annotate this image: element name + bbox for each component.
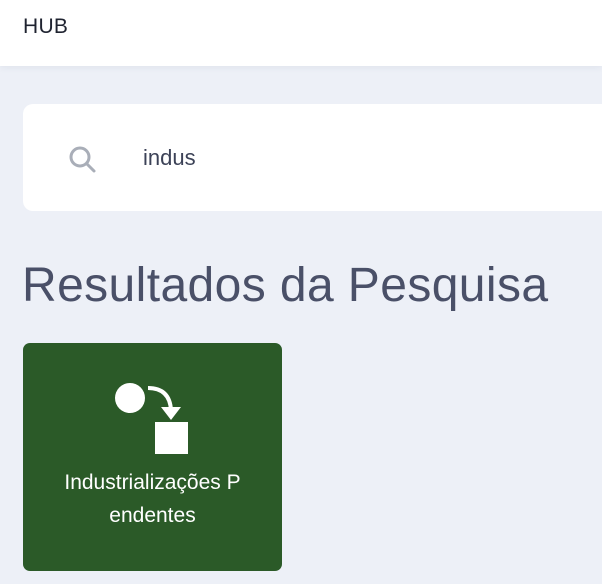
search-icon <box>69 146 96 173</box>
top-bar: HUB <box>0 0 602 66</box>
results-title: Resultados da Pesquisa <box>22 259 549 312</box>
result-card-label: Industrializações Pendentes <box>64 471 241 527</box>
result-card-industrializacoes-pendentes[interactable] <box>23 343 282 571</box>
pending-industrialization-icon <box>115 383 188 454</box>
brand-logo[interactable]: HUB <box>23 15 68 39</box>
search-input[interactable] <box>143 140 583 176</box>
